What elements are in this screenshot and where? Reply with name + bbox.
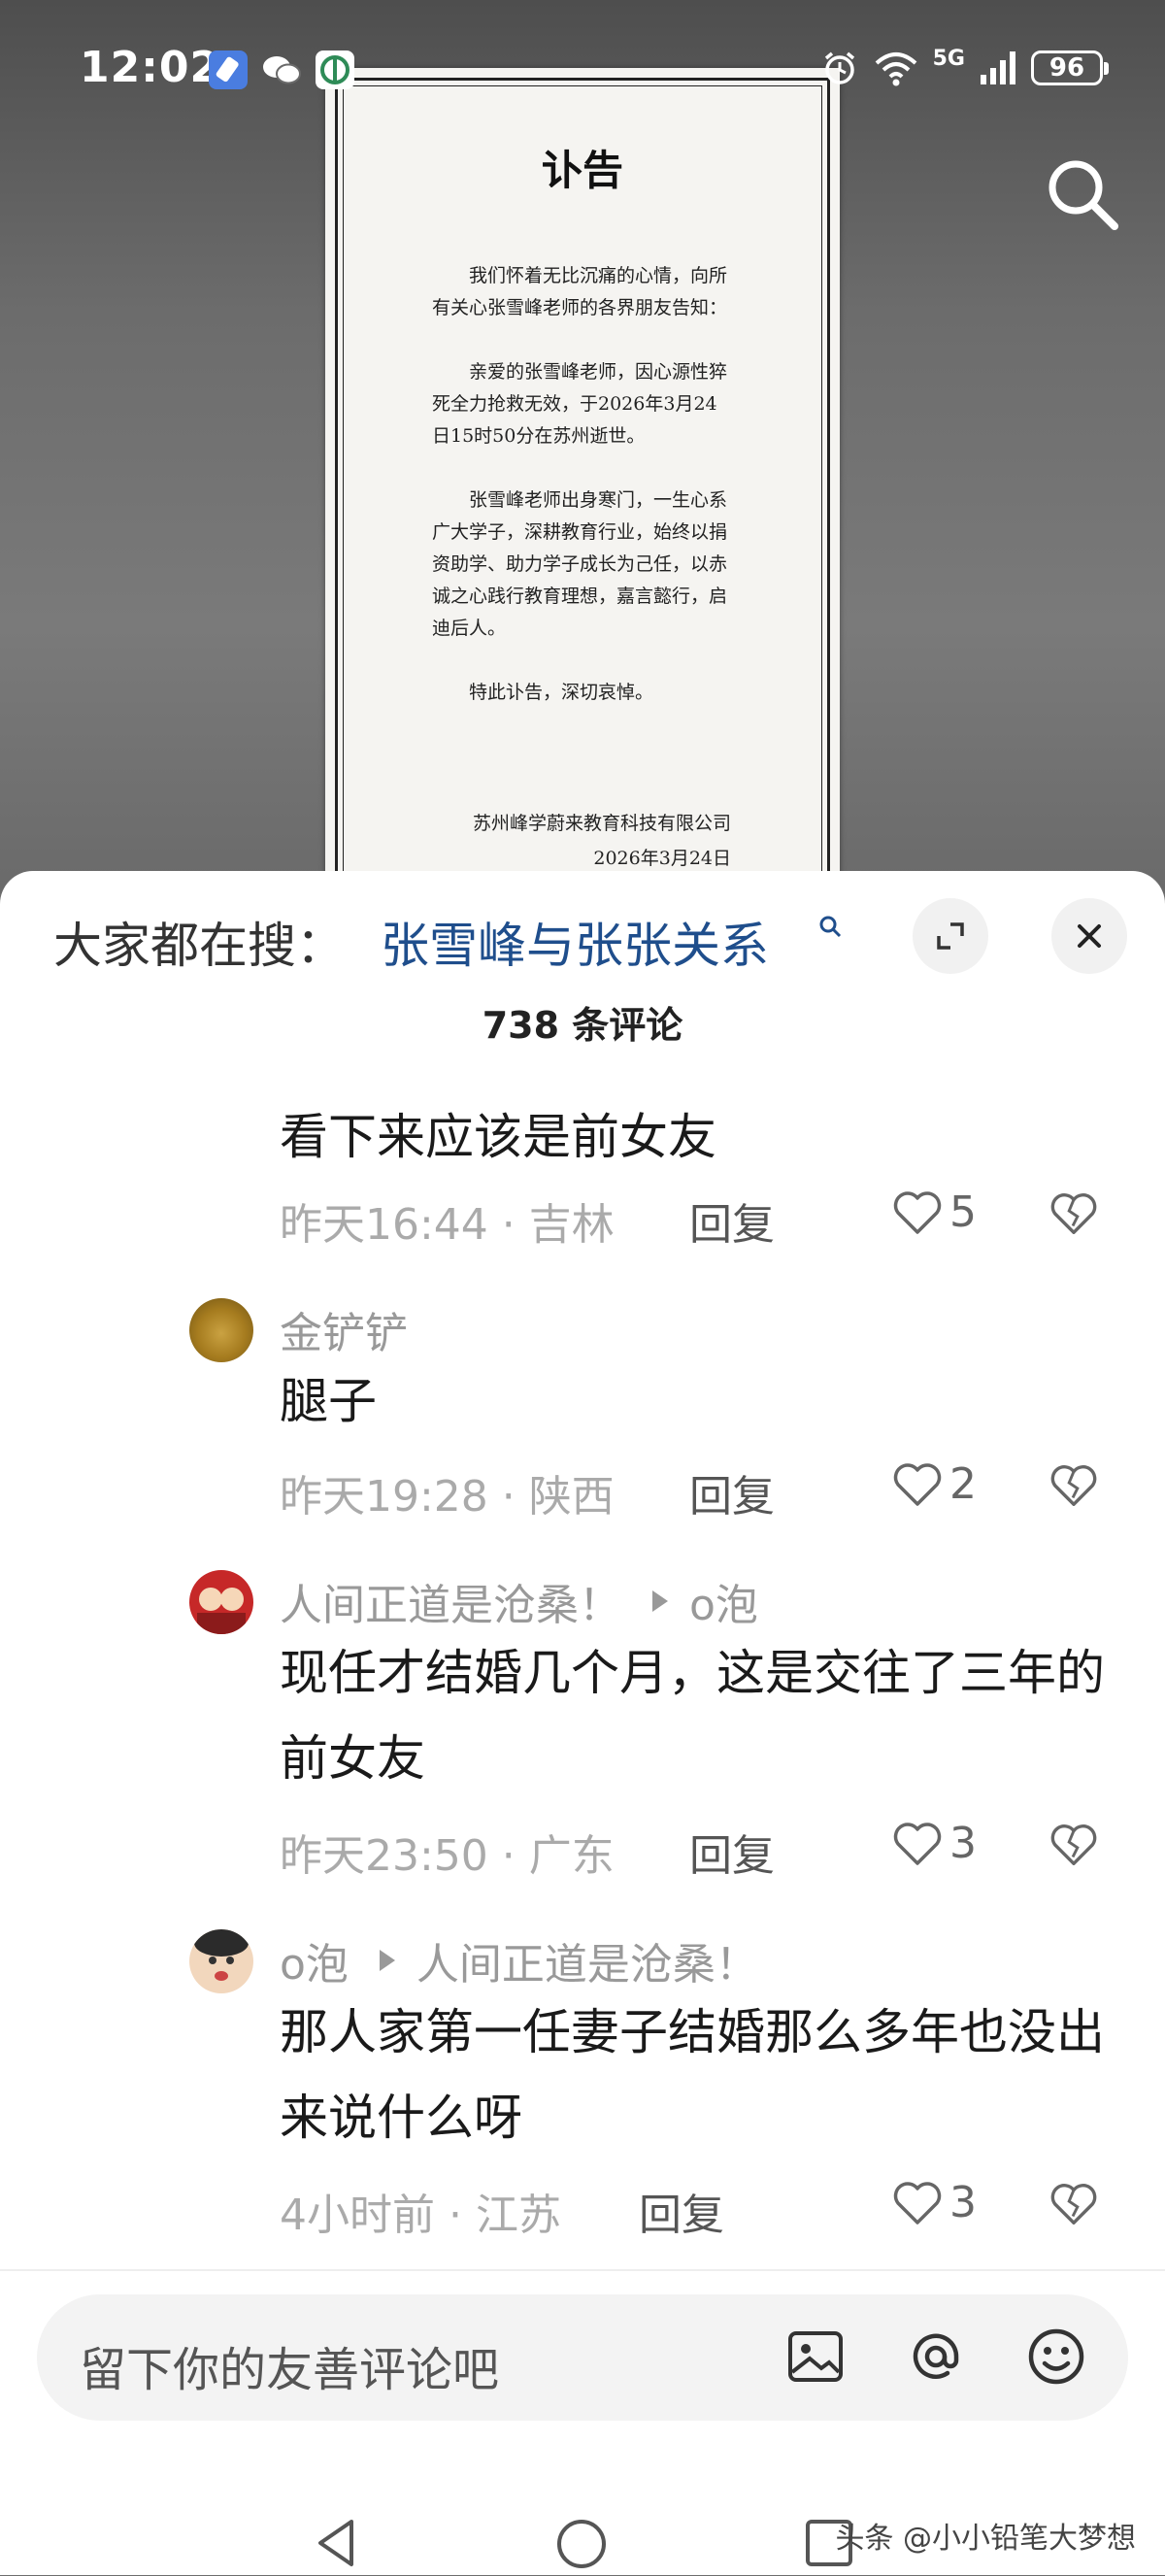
reply-arrow-icon: [652, 1590, 668, 1612]
like-count: 3: [949, 1819, 977, 1868]
watermark: 头条 @小小铅笔大梦想: [835, 2522, 1136, 2556]
comment-meta: 4小时前 · 江苏: [280, 2191, 561, 2240]
back-icon: [318, 2520, 353, 2566]
dislike-button[interactable]: [1048, 1821, 1099, 1873]
comment-sheet: 大家都在搜： 张雪峰与张张关系 738 条评论 看下来应该是前女友 昨天16:4…: [0, 871, 1165, 2575]
like-button[interactable]: 3: [891, 2178, 977, 2227]
dislike-button[interactable]: [1048, 1189, 1099, 1242]
dislike-button[interactable]: [1048, 1461, 1099, 1514]
status-right: 5G 96: [820, 46, 1109, 87]
reply-to-user[interactable]: o泡: [689, 1570, 758, 1632]
status-bar: 12:02 5G 96: [0, 0, 1165, 146]
close-button[interactable]: [1051, 898, 1127, 974]
comment-author[interactable]: 人间正道是沧桑！ o泡: [280, 1570, 758, 1632]
heart-icon: [893, 1190, 942, 1234]
expand-button[interactable]: [913, 898, 988, 974]
comment-text: 现任才结婚几个月，这是交往了三年的前女友: [280, 1645, 1105, 1787]
avatar[interactable]: [189, 1570, 253, 1634]
dislike-button[interactable]: [1048, 2180, 1099, 2232]
reply-button[interactable]: 回复: [689, 1189, 775, 1252]
notice-body: 我们怀着无比沉痛的心情，向所有关心张雪峰老师的各界朋友告知： 亲爱的张雪峰老师，…: [432, 260, 733, 741]
reply-button[interactable]: 回复: [689, 1821, 775, 1883]
reply-arrow-icon: [379, 1950, 395, 1971]
comment-time: 昨天19:28: [280, 1472, 488, 1522]
notice-paragraph: 我们怀着无比沉痛的心情，向所有关心张雪峰老师的各界朋友告知：: [432, 265, 728, 318]
notice-signature: 苏州峰学蔚来教育科技有限公司 2026年3月24日: [473, 806, 731, 876]
like-button[interactable]: 2: [891, 1459, 977, 1509]
avatar[interactable]: [189, 1298, 253, 1362]
alarm-icon: [824, 51, 854, 84]
search-button[interactable]: [1039, 151, 1126, 238]
reply-to-user[interactable]: 人间正道是沧桑！: [416, 1929, 758, 1991]
broken-heart-icon: [1050, 1465, 1097, 1506]
expand-icon: [937, 922, 964, 950]
image-button[interactable]: [782, 2324, 849, 2393]
broken-heart-icon: [1050, 1824, 1097, 1865]
like-button[interactable]: 3: [891, 1819, 977, 1868]
comment-input[interactable]: 留下你的友善评论吧: [37, 2294, 1128, 2421]
notice-org: 苏州峰学蔚来教育科技有限公司: [472, 813, 731, 834]
mention-button[interactable]: [903, 2324, 969, 2393]
divider: [0, 2269, 1165, 2271]
obituary-image[interactable]: 讣告 我们怀着无比沉痛的心情，向所有关心张雪峰老师的各界朋友告知： 亲爱的张雪峰…: [325, 68, 840, 922]
reply-button[interactable]: 回复: [639, 2180, 724, 2242]
comment-location: 陕西: [528, 1472, 615, 1522]
comment-time: 昨天16:44: [280, 1200, 488, 1250]
comment-text: 那人家第一任妻子结婚那么多年也没出来说什么呀: [280, 2004, 1105, 2146]
home-button[interactable]: [553, 2516, 610, 2576]
image-icon: [788, 2331, 843, 2382]
hot-search-label: 大家都在搜：: [53, 918, 345, 974]
broken-heart-icon: [1050, 2184, 1097, 2225]
wechat-icon: [260, 50, 301, 89]
like-count: 5: [949, 1188, 977, 1237]
comment-count: 738 条评论: [482, 1004, 683, 1047]
search-icon: [819, 916, 842, 938]
heart-icon: [893, 1462, 942, 1506]
notice-paragraph: 特此讣告，深切哀悼。: [469, 682, 654, 703]
comment-author[interactable]: o泡 人间正道是沧桑！: [280, 1929, 758, 1991]
like-count: 3: [949, 2178, 977, 2227]
comment-meta: 昨天19:28 · 陕西: [280, 1472, 615, 1522]
wifi-icon: [875, 52, 916, 86]
comment-input-placeholder: 留下你的友善评论吧: [80, 2343, 500, 2397]
heart-icon: [893, 1822, 942, 1865]
search-icon: [1048, 160, 1118, 230]
notice-title: 讣告: [541, 147, 623, 194]
comment-text: 腿子: [280, 1373, 377, 1429]
comment-author[interactable]: 金铲铲: [280, 1298, 408, 1360]
emoji-button[interactable]: [1023, 2324, 1089, 2393]
reply-button[interactable]: 回复: [689, 1461, 775, 1523]
notice-paragraph: 张雪峰老师出身寒门，一生心系广大学子，深耕教育行业，始终以捐资助学、助力学子成长…: [432, 489, 728, 639]
status-time: 12:02: [80, 43, 221, 92]
at-icon: [913, 2333, 959, 2379]
comment-time: 昨天23:50: [280, 1831, 488, 1881]
close-icon: [1078, 924, 1101, 948]
like-button[interactable]: 5: [891, 1188, 977, 1237]
battery-indicator: 96: [1031, 50, 1109, 85]
notice-paragraph: 亲爱的张雪峰老师，因心源性猝死全力抢救无效，于2026年3月24日15时50分在…: [432, 361, 728, 447]
network-type: 5G: [932, 46, 965, 71]
signal-icon: [981, 51, 1015, 84]
broken-heart-icon: [1050, 1193, 1097, 1234]
bank-app-icon: [316, 50, 354, 89]
comment-location: 广东: [528, 1831, 615, 1881]
comment-time: 4小时前: [280, 2191, 435, 2240]
comment-meta: 昨天16:44 · 吉林: [280, 1200, 615, 1250]
home-icon: [557, 2520, 606, 2568]
back-button[interactable]: [309, 2514, 363, 2576]
avatar[interactable]: [189, 1929, 253, 1993]
comment-meta: 昨天23:50 · 广东: [280, 1831, 615, 1881]
comment-location: 江苏: [475, 2191, 561, 2240]
comment-text: 看下来应该是前女友: [280, 1109, 716, 1165]
emoji-icon: [1028, 2328, 1084, 2385]
comment-location: 吉林: [528, 1200, 615, 1250]
hot-search-term-link[interactable]: 张雪峰与张张关系: [381, 907, 769, 977]
heart-icon: [893, 2181, 942, 2225]
like-count: 2: [949, 1459, 977, 1509]
app-notification-icon: [209, 50, 248, 89]
